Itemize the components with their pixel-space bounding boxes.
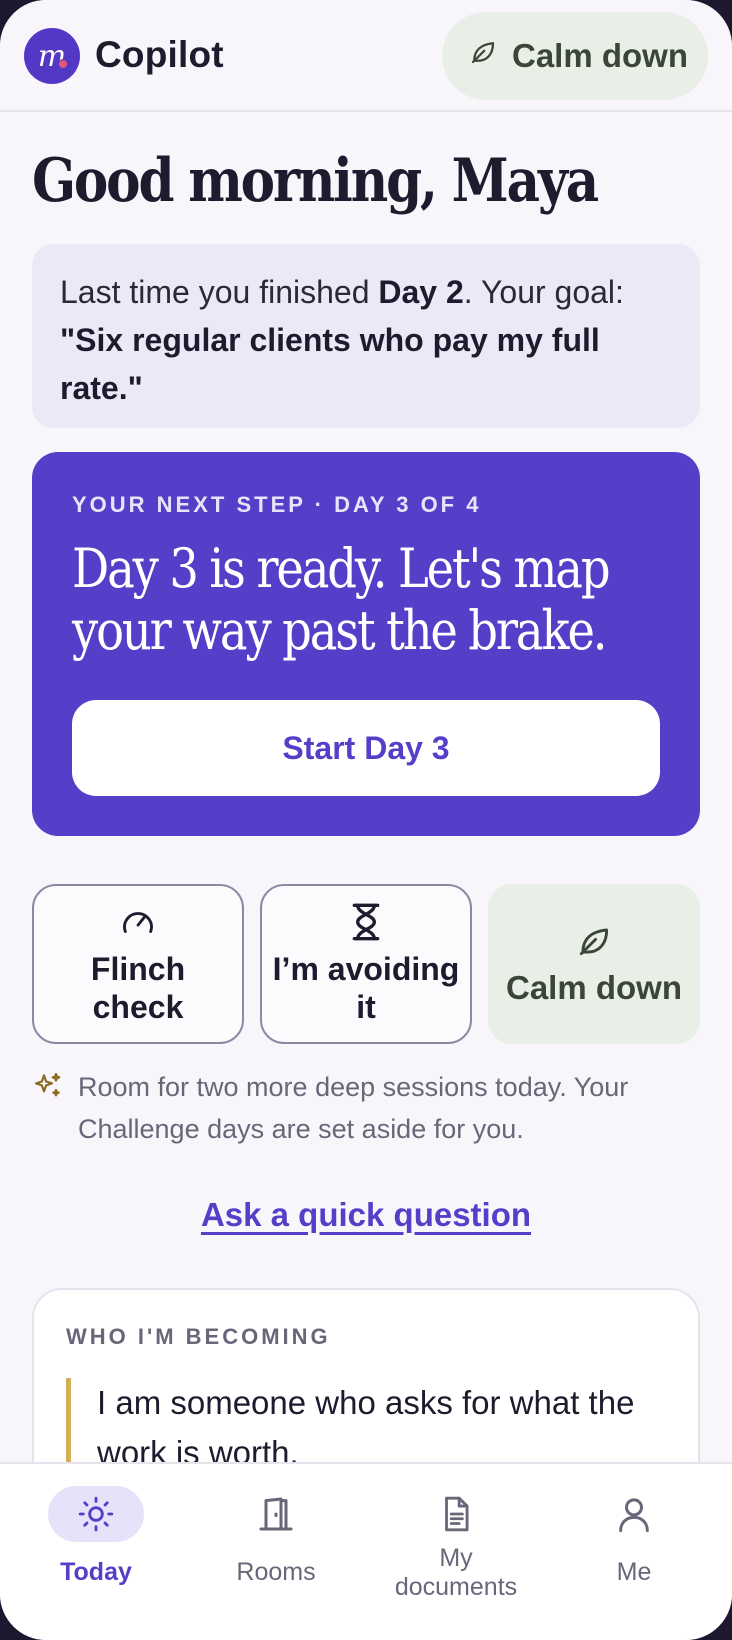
- leaf-icon: [575, 921, 613, 961]
- recap-middle: . Your goal:: [463, 274, 624, 310]
- gauge-icon: [119, 902, 157, 942]
- nav-label-today: Today: [60, 1558, 132, 1586]
- app-title: Copilot: [95, 34, 224, 75]
- bottom-nav: Today Rooms My documents Me: [0, 1462, 732, 1640]
- flinch-check-label: Flinch check: [90, 951, 186, 1025]
- recap-day: Day 2: [378, 274, 464, 310]
- avoiding-it-button[interactable]: I’m avoiding it: [260, 884, 472, 1044]
- door-icon: [228, 1486, 324, 1542]
- hourglass-icon: [349, 902, 383, 942]
- sparkle-icon: [32, 1070, 64, 1150]
- recap-prefix: Last time you finished: [60, 274, 379, 310]
- nav-item-today[interactable]: Today: [6, 1486, 186, 1587]
- nav-item-documents[interactable]: My documents: [366, 1486, 546, 1602]
- calm-down-label: Calm down: [512, 37, 689, 74]
- nav-label-rooms: Rooms: [236, 1558, 316, 1586]
- app-header: m Copilot Calm down: [0, 0, 732, 112]
- next-step-title: Day 3 is ready. Let's map your way past …: [72, 537, 611, 662]
- sun-icon: [48, 1486, 144, 1542]
- recap-box: Last time you finished Day 2. Your goal:…: [32, 244, 700, 428]
- flinch-check-button[interactable]: Flinch check: [32, 884, 244, 1044]
- nav-item-rooms[interactable]: Rooms: [186, 1486, 366, 1587]
- app-logo: m: [24, 28, 80, 84]
- start-day-button[interactable]: Start Day 3: [72, 700, 660, 796]
- next-step-eyebrow: YOUR NEXT STEP · DAY 3 OF 4: [72, 492, 482, 517]
- avoiding-it-label: I’m avoiding it: [272, 951, 460, 1025]
- person-icon: [586, 1486, 682, 1542]
- nav-label-me: Me: [616, 1558, 652, 1586]
- document-icon: [408, 1486, 504, 1542]
- ask-question-link[interactable]: Ask a quick question: [0, 1196, 732, 1234]
- next-step-card: YOUR NEXT STEP · DAY 3 OF 4 Day 3 is rea…: [32, 452, 700, 836]
- calm-down-button[interactable]: Calm down: [442, 12, 708, 100]
- recap-goal: "Six regular clients who pay my full rat…: [60, 322, 600, 406]
- capacity-note-text: Room for two more deep sessions today. Y…: [78, 1072, 629, 1144]
- logo-dot: [58, 59, 68, 69]
- greeting-heading: Good morning, Maya: [32, 146, 599, 216]
- capacity-note: Room for two more deep sessions today. Y…: [32, 1066, 700, 1150]
- identity-eyebrow: WHO I'M BECOMING: [66, 1324, 331, 1349]
- leaf-icon: [468, 37, 498, 75]
- app-screen: m Copilot Calm down Good morning, Maya L…: [0, 0, 732, 1640]
- nav-item-me[interactable]: Me: [544, 1486, 724, 1587]
- calm-down-tile-label: Calm down: [505, 969, 682, 1006]
- calm-down-tile[interactable]: Calm down: [488, 884, 700, 1044]
- nav-label-documents: My documents: [394, 1544, 518, 1601]
